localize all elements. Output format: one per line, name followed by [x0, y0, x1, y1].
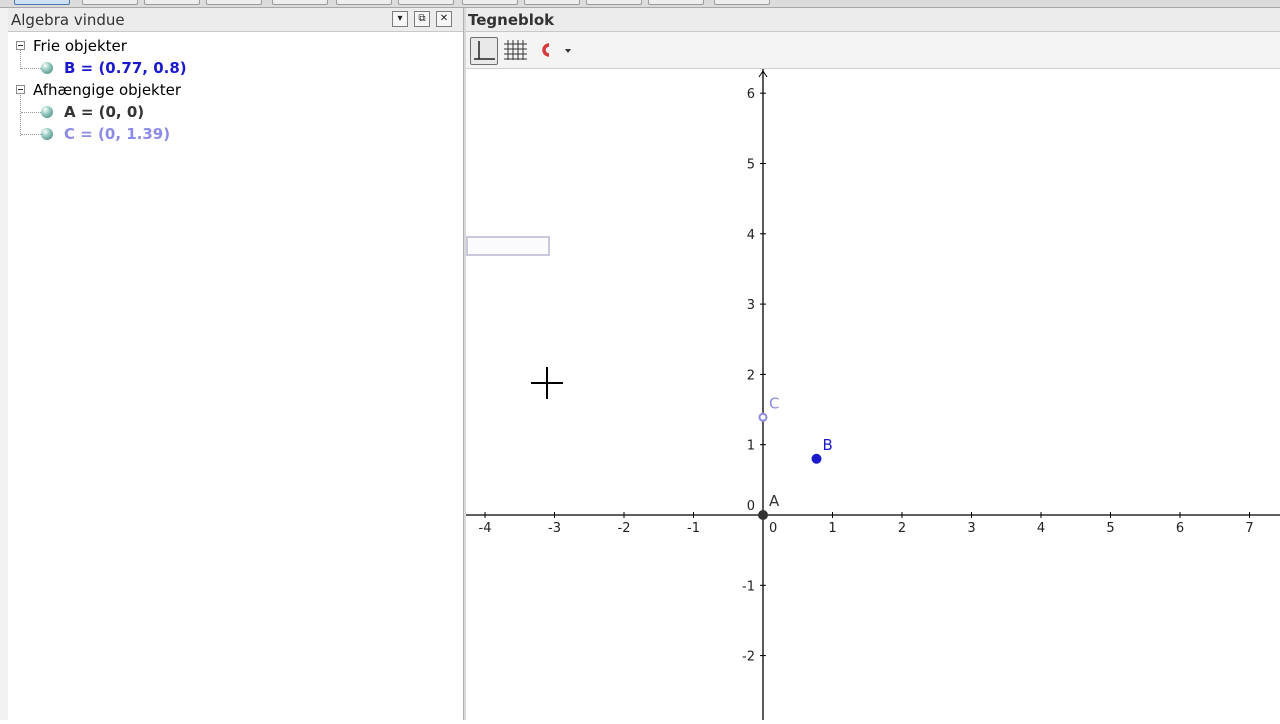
- x-tick-label: 2: [898, 521, 906, 536]
- visibility-toggle-icon[interactable]: [41, 62, 53, 74]
- algebra-view-title: Algebra vindue: [11, 11, 125, 29]
- grid-toggle-icon[interactable]: [502, 37, 530, 65]
- x-tick-label: 0: [769, 521, 777, 536]
- x-tick-label: 5: [1106, 521, 1114, 536]
- coordinate-plane[interactable]: -4 -3 -2 -1 0 1 2 3 4 5 6 7 6 5 4 3 2 1 0 -1 -2 A B C: [466, 69, 1280, 720]
- toolbar-tool[interactable]: [206, 0, 262, 5]
- point-a[interactable]: [758, 510, 768, 520]
- toolbar-tool[interactable]: [524, 0, 580, 5]
- collapse-icon[interactable]: [16, 85, 25, 94]
- x-tick-label: 4: [1037, 521, 1045, 536]
- algebra-view-titlebar[interactable]: Algebra vindue ▾ ⧉ ✕: [8, 8, 463, 32]
- graphics-canvas[interactable]: -4 -3 -2 -1 0 1 2 3 4 5 6 7 6 5 4 3 2 1 0 -1 -2 A B C: [466, 69, 1280, 720]
- toolbar-tool-active[interactable]: [14, 0, 70, 5]
- toolbar-tool[interactable]: [82, 0, 138, 5]
- algebra-item-a[interactable]: A = (0, 0): [64, 101, 144, 123]
- visibility-toggle-icon[interactable]: [41, 106, 53, 118]
- toolbar-tool[interactable]: [144, 0, 200, 5]
- point-label-a: A: [769, 492, 780, 510]
- tree-group-dependent[interactable]: Afhængige objekter: [33, 79, 181, 101]
- graphics-view-titlebar[interactable]: Tegneblok: [466, 8, 1280, 32]
- toolbar-tool[interactable]: [272, 0, 328, 5]
- point-label-b: B: [823, 436, 833, 454]
- x-tick-label: 3: [967, 521, 975, 536]
- x-tick-label: 1: [828, 521, 836, 536]
- tree-connector: [21, 134, 41, 135]
- y-tick-label: 4: [747, 228, 755, 243]
- main-toolbar-strip: [0, 0, 1280, 8]
- x-tick-label: -1: [687, 521, 700, 536]
- y-tick-label: 2: [747, 368, 755, 383]
- y-tick-label: -1: [742, 579, 755, 594]
- toolbar-tool[interactable]: [462, 0, 518, 5]
- toolbar-tool[interactable]: [648, 0, 704, 5]
- x-tick-label: -2: [618, 521, 631, 536]
- tree-connector: [21, 112, 41, 113]
- tree-group-free[interactable]: Frie objekter: [33, 35, 127, 57]
- graphics-style-bar: [466, 32, 1280, 69]
- algebra-item-b[interactable]: B = (0.77, 0.8): [64, 57, 187, 79]
- x-tick-label: 6: [1176, 521, 1184, 536]
- y-tick-label: -2: [742, 650, 755, 665]
- toolbar-tool[interactable]: [586, 0, 642, 5]
- y-tick-label: 6: [747, 87, 755, 102]
- undock-icon[interactable]: ⧉: [414, 11, 430, 27]
- point-c[interactable]: [758, 412, 768, 422]
- chevron-down-icon[interactable]: ▾: [392, 11, 408, 27]
- toolbar-tool[interactable]: [714, 0, 770, 5]
- algebra-item-c[interactable]: C = (0, 1.39): [64, 123, 170, 145]
- point-label-c: C: [769, 394, 779, 412]
- collapse-icon[interactable]: [16, 41, 25, 50]
- y-tick-label: 5: [747, 158, 755, 173]
- graphics-view-title: Tegneblok: [468, 11, 555, 29]
- graphics-view: Tegneblok -4 -3 -2 -1 0 1 2 3 4 5 6 7 6 …: [466, 8, 1280, 720]
- tree-connector: [21, 68, 41, 69]
- y-tick-label: 3: [747, 298, 755, 313]
- visibility-toggle-icon[interactable]: [41, 128, 53, 140]
- point-capturing-icon[interactable]: [534, 37, 574, 65]
- toolbar-tool[interactable]: [336, 0, 392, 5]
- text-input-box[interactable]: [466, 236, 550, 256]
- close-icon[interactable]: ✕: [436, 11, 452, 27]
- x-tick-label: 7: [1245, 521, 1253, 536]
- x-tick-label: -3: [548, 521, 561, 536]
- x-tick-label: -4: [479, 521, 492, 536]
- axes-toggle-icon[interactable]: [470, 37, 498, 65]
- y-tick-label: 0: [747, 499, 755, 514]
- y-tick-label: 1: [747, 439, 755, 454]
- point-b[interactable]: [811, 453, 822, 464]
- algebra-view: Algebra vindue ▾ ⧉ ✕ Frie objekter B = (…: [8, 8, 463, 720]
- toolbar-tool[interactable]: [398, 0, 454, 5]
